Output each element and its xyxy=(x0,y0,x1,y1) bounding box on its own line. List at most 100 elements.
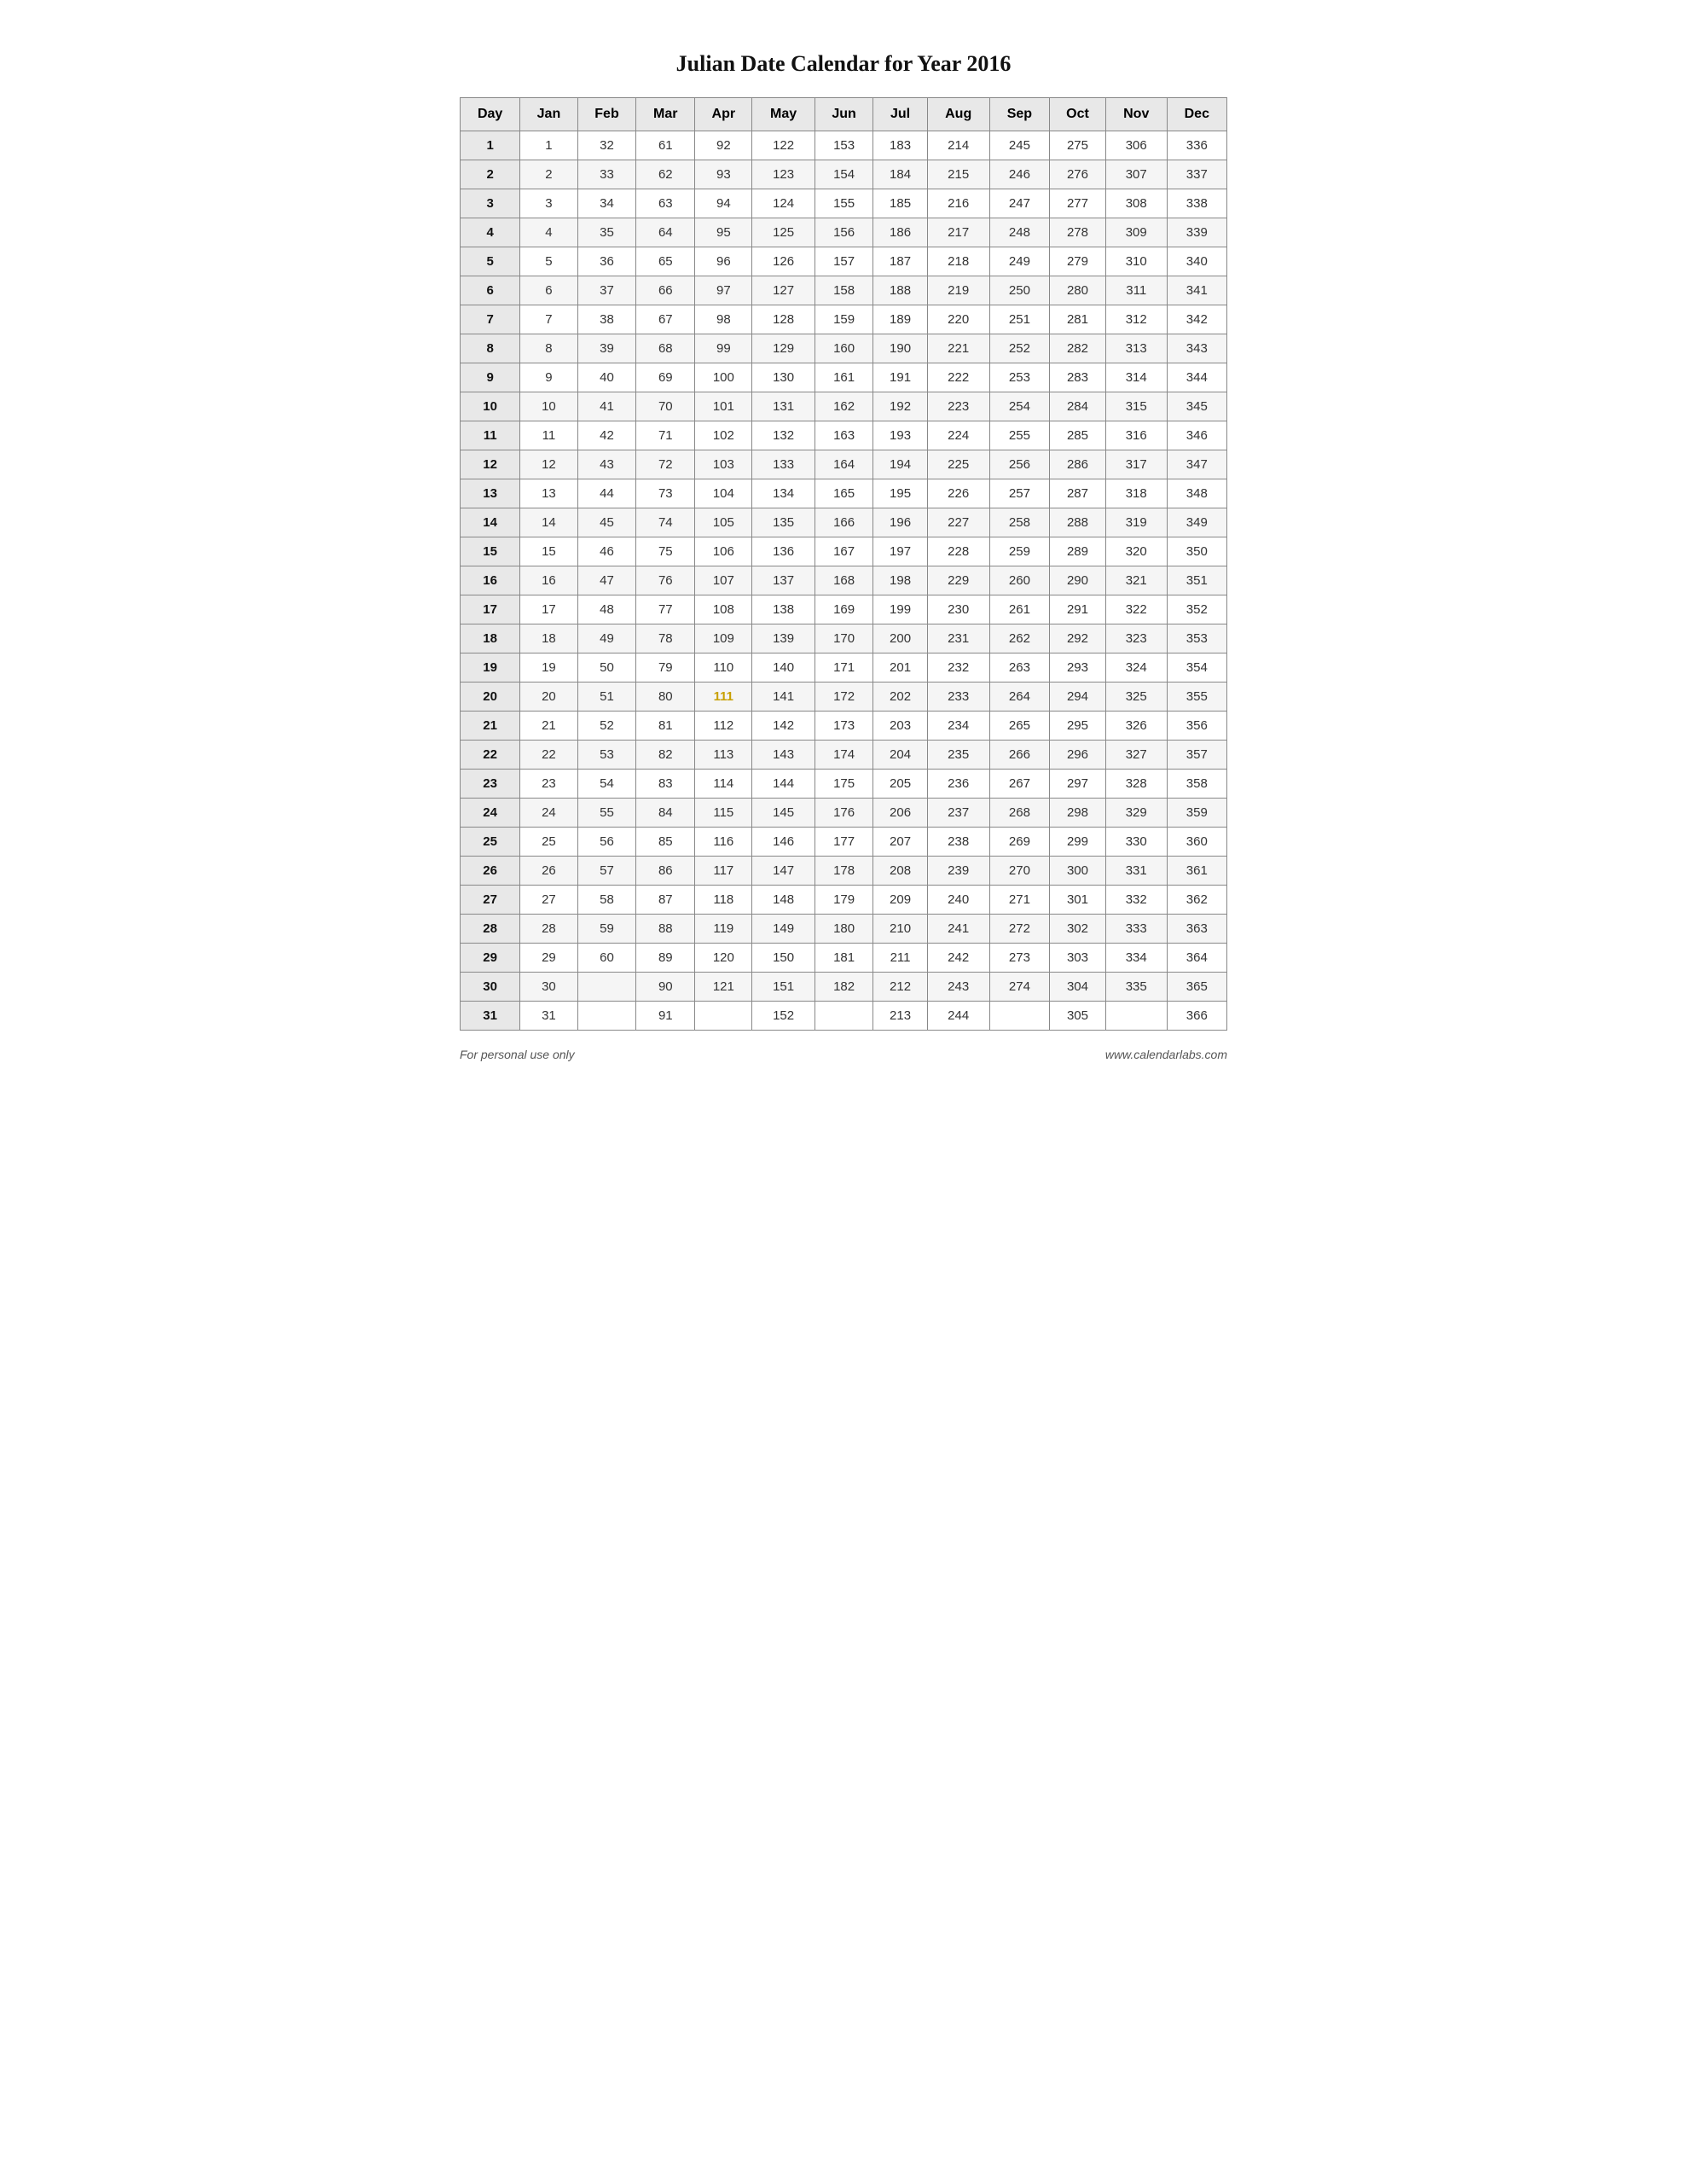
table-row: 21215281112142173203234265295326356 xyxy=(461,712,1227,741)
nov-cell: 331 xyxy=(1105,857,1167,886)
jun-cell: 178 xyxy=(815,857,873,886)
dec-cell: 358 xyxy=(1167,770,1226,799)
day-cell: 4 xyxy=(461,218,520,247)
jul-cell: 203 xyxy=(873,712,927,741)
aug-cell: 214 xyxy=(927,131,989,160)
feb-cell: 53 xyxy=(577,741,636,770)
may-cell: 127 xyxy=(752,276,815,305)
day-cell: 17 xyxy=(461,595,520,624)
aug-cell: 240 xyxy=(927,886,989,915)
oct-cell: 290 xyxy=(1050,566,1106,595)
may-cell: 130 xyxy=(752,363,815,392)
jan-cell: 24 xyxy=(520,799,577,828)
header-aug: Aug xyxy=(927,98,989,131)
oct-cell: 279 xyxy=(1050,247,1106,276)
may-cell: 126 xyxy=(752,247,815,276)
feb-cell: 57 xyxy=(577,857,636,886)
table-row: 24245584115145176206237268298329359 xyxy=(461,799,1227,828)
header-apr: Apr xyxy=(695,98,752,131)
jun-cell: 160 xyxy=(815,334,873,363)
table-row: 313191152213244305366 xyxy=(461,1002,1227,1031)
feb-cell: 56 xyxy=(577,828,636,857)
aug-cell: 242 xyxy=(927,944,989,973)
dec-cell: 351 xyxy=(1167,566,1226,595)
feb-cell: 46 xyxy=(577,537,636,566)
feb-cell: 38 xyxy=(577,305,636,334)
jan-cell: 1 xyxy=(520,131,577,160)
day-cell: 1 xyxy=(461,131,520,160)
may-cell: 152 xyxy=(752,1002,815,1031)
table-row: 77386798128159189220251281312342 xyxy=(461,305,1227,334)
mar-cell: 79 xyxy=(636,653,695,682)
may-cell: 140 xyxy=(752,653,815,682)
oct-cell: 291 xyxy=(1050,595,1106,624)
day-cell: 23 xyxy=(461,770,520,799)
may-cell: 138 xyxy=(752,595,815,624)
jan-cell: 22 xyxy=(520,741,577,770)
jun-cell: 176 xyxy=(815,799,873,828)
mar-cell: 76 xyxy=(636,566,695,595)
mar-cell: 78 xyxy=(636,624,695,653)
jun-cell: 172 xyxy=(815,682,873,712)
nov-cell: 315 xyxy=(1105,392,1167,421)
oct-cell: 281 xyxy=(1050,305,1106,334)
day-cell: 26 xyxy=(461,857,520,886)
may-cell: 139 xyxy=(752,624,815,653)
header-oct: Oct xyxy=(1050,98,1106,131)
jun-cell xyxy=(815,1002,873,1031)
aug-cell: 217 xyxy=(927,218,989,247)
jun-cell: 164 xyxy=(815,450,873,479)
nov-cell: 306 xyxy=(1105,131,1167,160)
dec-cell: 340 xyxy=(1167,247,1226,276)
sep-cell: 249 xyxy=(989,247,1049,276)
aug-cell: 236 xyxy=(927,770,989,799)
nov-cell: 313 xyxy=(1105,334,1167,363)
dec-cell: 350 xyxy=(1167,537,1226,566)
jan-cell: 13 xyxy=(520,479,577,508)
table-row: 12124372103133164194225256286317347 xyxy=(461,450,1227,479)
dec-cell: 365 xyxy=(1167,973,1226,1002)
sep-cell: 246 xyxy=(989,160,1049,189)
day-cell: 27 xyxy=(461,886,520,915)
aug-cell: 225 xyxy=(927,450,989,479)
jun-cell: 155 xyxy=(815,189,873,218)
apr-cell: 105 xyxy=(695,508,752,537)
dec-cell: 338 xyxy=(1167,189,1226,218)
dec-cell: 362 xyxy=(1167,886,1226,915)
jun-cell: 175 xyxy=(815,770,873,799)
may-cell: 131 xyxy=(752,392,815,421)
jul-cell: 201 xyxy=(873,653,927,682)
apr-cell: 101 xyxy=(695,392,752,421)
nov-cell: 326 xyxy=(1105,712,1167,741)
jun-cell: 157 xyxy=(815,247,873,276)
apr-cell: 113 xyxy=(695,741,752,770)
day-cell: 9 xyxy=(461,363,520,392)
table-row: 55366596126157187218249279310340 xyxy=(461,247,1227,276)
oct-cell: 300 xyxy=(1050,857,1106,886)
table-row: 66376697127158188219250280311341 xyxy=(461,276,1227,305)
feb-cell: 40 xyxy=(577,363,636,392)
may-cell: 135 xyxy=(752,508,815,537)
jun-cell: 177 xyxy=(815,828,873,857)
header-jan: Jan xyxy=(520,98,577,131)
aug-cell: 235 xyxy=(927,741,989,770)
sep-cell: 271 xyxy=(989,886,1049,915)
day-cell: 3 xyxy=(461,189,520,218)
nov-cell: 332 xyxy=(1105,886,1167,915)
sep-cell xyxy=(989,1002,1049,1031)
jan-cell: 8 xyxy=(520,334,577,363)
jun-cell: 156 xyxy=(815,218,873,247)
sep-cell: 254 xyxy=(989,392,1049,421)
feb-cell: 37 xyxy=(577,276,636,305)
day-cell: 29 xyxy=(461,944,520,973)
jun-cell: 179 xyxy=(815,886,873,915)
aug-cell: 222 xyxy=(927,363,989,392)
dec-cell: 348 xyxy=(1167,479,1226,508)
oct-cell: 303 xyxy=(1050,944,1106,973)
aug-cell: 233 xyxy=(927,682,989,712)
feb-cell: 54 xyxy=(577,770,636,799)
jun-cell: 154 xyxy=(815,160,873,189)
dec-cell: 347 xyxy=(1167,450,1226,479)
table-row: 26265786117147178208239270300331361 xyxy=(461,857,1227,886)
table-row: 19195079110140171201232263293324354 xyxy=(461,653,1227,682)
